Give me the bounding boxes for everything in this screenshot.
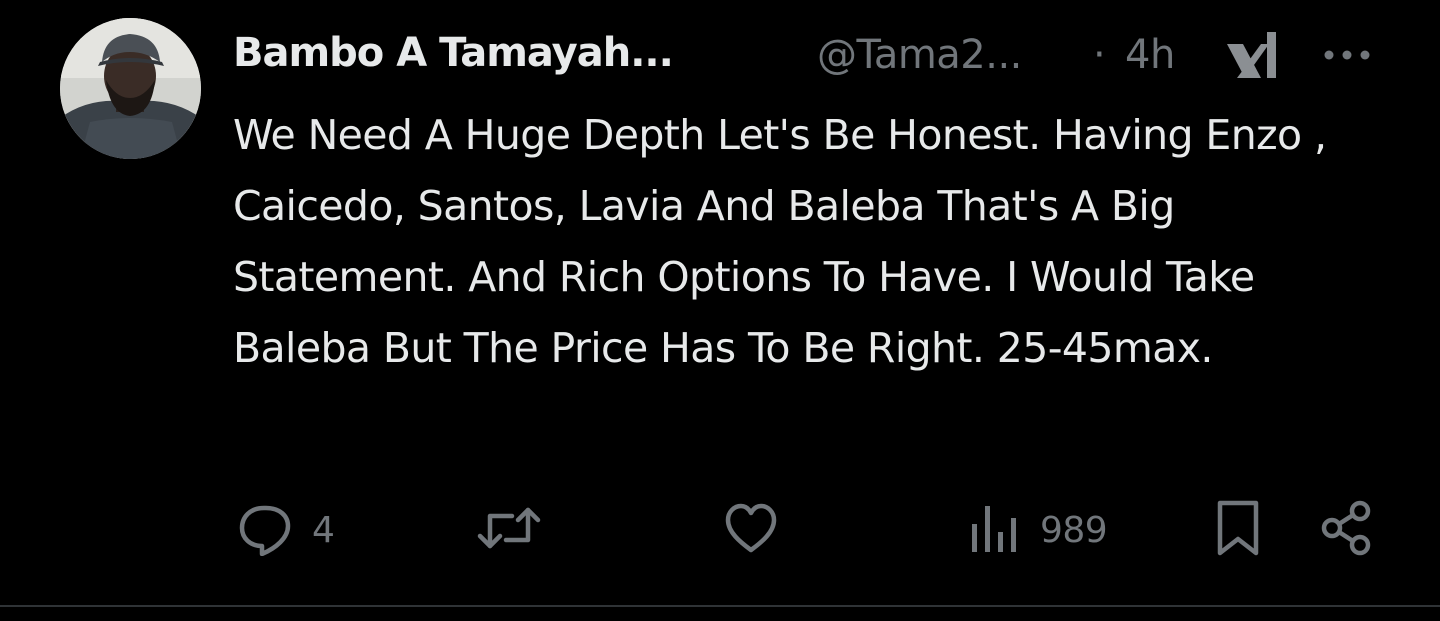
action-bar: 4 989 (0, 500, 1440, 560)
share-icon (1318, 499, 1376, 561)
repost-icon (476, 500, 542, 560)
more-icon[interactable] (1321, 40, 1373, 70)
repost-button[interactable] (476, 500, 560, 560)
share-button[interactable] (1318, 500, 1376, 560)
timestamp[interactable]: 4h (1125, 32, 1175, 78)
tweet-text: We Need A Huge Depth Let's Be Honest. Ha… (233, 111, 1327, 372)
author-name[interactable]: Bambo A Tamayah... (233, 30, 674, 76)
tweet[interactable]: Bambo A Tamayah... @Tama2... · 4h We Nee… (0, 0, 1440, 606)
reply-button[interactable]: 4 (236, 500, 335, 560)
divider (0, 605, 1440, 607)
heart-icon (722, 500, 780, 560)
grok-icon[interactable] (1223, 28, 1281, 84)
bookmark-icon (1212, 499, 1264, 561)
views-button[interactable]: 989 (966, 500, 1108, 560)
avatar[interactable] (60, 18, 201, 159)
author-handle[interactable]: @Tama2... (817, 32, 1022, 78)
tweet-header: Bambo A Tamayah... @Tama2... · 4h (233, 28, 1393, 88)
avatar-image (60, 18, 201, 159)
bookmark-button[interactable] (1212, 500, 1264, 560)
view-count: 989 (1040, 509, 1108, 551)
views-icon (966, 500, 1022, 560)
reply-icon (236, 500, 294, 560)
separator-dot: · (1093, 32, 1106, 78)
like-button[interactable] (722, 500, 798, 560)
reply-count: 4 (312, 509, 335, 551)
